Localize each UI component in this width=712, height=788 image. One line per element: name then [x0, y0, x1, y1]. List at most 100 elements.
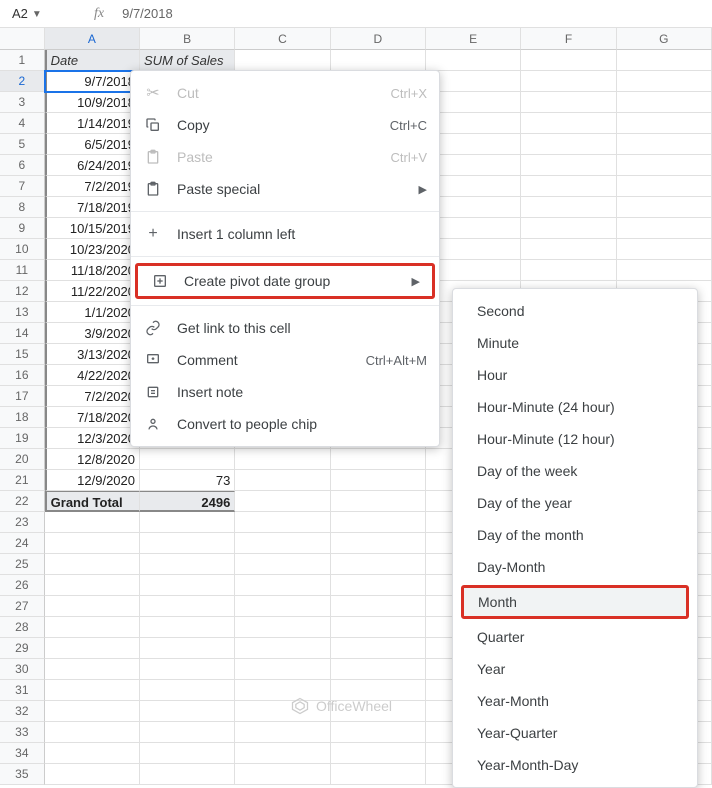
cell-D34[interactable]	[331, 743, 426, 764]
cell-G8[interactable]	[617, 197, 712, 218]
cell-A15[interactable]: 3/13/2020	[45, 344, 140, 365]
cell-C26[interactable]	[235, 575, 330, 596]
cell-B29[interactable]	[140, 638, 235, 659]
cell-F4[interactable]	[521, 113, 616, 134]
cell-E1[interactable]	[426, 50, 521, 71]
cell-G2[interactable]	[617, 71, 712, 92]
cell-D25[interactable]	[331, 554, 426, 575]
cell-A27[interactable]	[45, 596, 140, 617]
cell-E7[interactable]	[426, 176, 521, 197]
cell-C24[interactable]	[235, 533, 330, 554]
cell-A4[interactable]: 1/14/2019	[45, 113, 140, 134]
cell-C32[interactable]	[235, 701, 330, 722]
cell-D33[interactable]	[331, 722, 426, 743]
submenu-item-year-quarter[interactable]: Year-Quarter	[453, 717, 697, 749]
cell-C34[interactable]	[235, 743, 330, 764]
cell-B35[interactable]	[140, 764, 235, 785]
row-header-19[interactable]: 19	[0, 428, 45, 449]
row-header-15[interactable]: 15	[0, 344, 45, 365]
submenu-item-minute[interactable]: Minute	[453, 327, 697, 359]
cell-A8[interactable]: 7/18/2019	[45, 197, 140, 218]
cell-B31[interactable]	[140, 680, 235, 701]
submenu-item-day-of-the-month[interactable]: Day of the month	[453, 519, 697, 551]
cell-B26[interactable]	[140, 575, 235, 596]
cell-F11[interactable]	[521, 260, 616, 281]
cell-D31[interactable]	[331, 680, 426, 701]
row-header-5[interactable]: 5	[0, 134, 45, 155]
cell-C21[interactable]	[235, 470, 330, 491]
cell-E3[interactable]	[426, 92, 521, 113]
cell-A12[interactable]: 11/22/2020	[45, 281, 140, 302]
cell-F2[interactable]	[521, 71, 616, 92]
cell-C33[interactable]	[235, 722, 330, 743]
cell-B28[interactable]	[140, 617, 235, 638]
cell-A23[interactable]	[45, 512, 140, 533]
row-header-31[interactable]: 31	[0, 680, 45, 701]
cell-D28[interactable]	[331, 617, 426, 638]
cell-E2[interactable]	[426, 71, 521, 92]
cell-F1[interactable]	[521, 50, 616, 71]
row-header-1[interactable]: 1	[0, 50, 45, 71]
cell-C22[interactable]	[235, 491, 330, 512]
submenu-item-year[interactable]: Year	[453, 653, 697, 685]
menu-insert-column[interactable]: + Insert 1 column left	[131, 218, 439, 250]
cell-B24[interactable]	[140, 533, 235, 554]
row-header-32[interactable]: 32	[0, 701, 45, 722]
cell-A34[interactable]	[45, 743, 140, 764]
cell-E4[interactable]	[426, 113, 521, 134]
cell-C29[interactable]	[235, 638, 330, 659]
cell-A25[interactable]	[45, 554, 140, 575]
cell-B33[interactable]	[140, 722, 235, 743]
row-header-20[interactable]: 20	[0, 449, 45, 470]
cell-D30[interactable]	[331, 659, 426, 680]
cell-F6[interactable]	[521, 155, 616, 176]
cell-B22[interactable]: 2496	[140, 491, 235, 512]
cell-G1[interactable]	[617, 50, 712, 71]
cell-A13[interactable]: 1/1/2020	[45, 302, 140, 323]
cell-D26[interactable]	[331, 575, 426, 596]
submenu-item-day-of-the-week[interactable]: Day of the week	[453, 455, 697, 487]
cell-E11[interactable]	[426, 260, 521, 281]
cell-D24[interactable]	[331, 533, 426, 554]
cell-A19[interactable]: 12/3/2020	[45, 428, 140, 449]
submenu-item-hour[interactable]: Hour	[453, 359, 697, 391]
cell-G11[interactable]	[617, 260, 712, 281]
row-header-17[interactable]: 17	[0, 386, 45, 407]
cell-A31[interactable]	[45, 680, 140, 701]
cell-A14[interactable]: 3/9/2020	[45, 323, 140, 344]
cell-A29[interactable]	[45, 638, 140, 659]
name-box[interactable]: A2 ▼	[4, 6, 64, 21]
column-header-e[interactable]: E	[426, 28, 521, 50]
cell-A2[interactable]: 9/7/2018	[45, 71, 140, 92]
cell-E5[interactable]	[426, 134, 521, 155]
cell-E8[interactable]	[426, 197, 521, 218]
cell-E9[interactable]	[426, 218, 521, 239]
submenu-item-day-month[interactable]: Day-Month	[453, 551, 697, 583]
row-header-12[interactable]: 12	[0, 281, 45, 302]
cell-D27[interactable]	[331, 596, 426, 617]
cell-A1[interactable]: Date	[45, 50, 140, 71]
cell-F5[interactable]	[521, 134, 616, 155]
cell-D32[interactable]	[331, 701, 426, 722]
submenu-item-hour-minute-12-hour-[interactable]: Hour-Minute (12 hour)	[453, 423, 697, 455]
column-header-c[interactable]: C	[235, 28, 330, 50]
row-header-9[interactable]: 9	[0, 218, 45, 239]
row-header-14[interactable]: 14	[0, 323, 45, 344]
cell-F3[interactable]	[521, 92, 616, 113]
select-all-corner[interactable]	[0, 28, 45, 50]
cell-A11[interactable]: 11/18/2020	[45, 260, 140, 281]
menu-copy[interactable]: Copy Ctrl+C	[131, 109, 439, 141]
row-header-35[interactable]: 35	[0, 764, 45, 785]
cell-B32[interactable]	[140, 701, 235, 722]
submenu-item-year-month-day[interactable]: Year-Month-Day	[453, 749, 697, 781]
cell-D23[interactable]	[331, 512, 426, 533]
cell-B27[interactable]	[140, 596, 235, 617]
cell-E10[interactable]	[426, 239, 521, 260]
row-header-3[interactable]: 3	[0, 92, 45, 113]
column-header-d[interactable]: D	[331, 28, 426, 50]
row-header-30[interactable]: 30	[0, 659, 45, 680]
cell-C20[interactable]	[235, 449, 330, 470]
row-header-16[interactable]: 16	[0, 365, 45, 386]
cell-A26[interactable]	[45, 575, 140, 596]
cell-C25[interactable]	[235, 554, 330, 575]
